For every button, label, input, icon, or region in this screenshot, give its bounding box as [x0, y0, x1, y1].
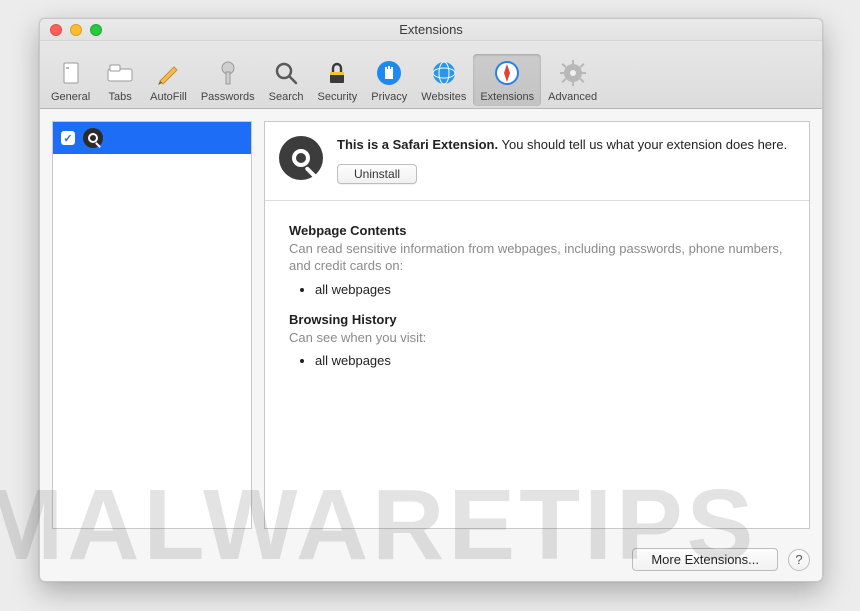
extensions-sidebar: ✓	[52, 121, 252, 529]
more-extensions-button[interactable]: More Extensions...	[632, 548, 778, 571]
tabs-icon	[104, 57, 136, 89]
tab-label: Tabs	[109, 91, 132, 103]
tab-label: Security	[317, 91, 357, 103]
browsing-history-list: all webpages	[289, 352, 785, 369]
description-rest: You should tell us what your extension d…	[498, 137, 787, 152]
webpage-contents-heading: Webpage Contents	[289, 223, 785, 238]
browsing-history-heading: Browsing History	[289, 312, 785, 327]
tab-label: Advanced	[548, 91, 597, 103]
magnifier-icon	[83, 128, 103, 148]
list-item: all webpages	[315, 281, 785, 298]
extension-large-icon	[279, 136, 323, 180]
uninstall-button[interactable]: Uninstall	[337, 164, 417, 184]
list-item: all webpages	[315, 352, 785, 369]
tab-autofill[interactable]: AutoFill	[143, 54, 194, 106]
gear-icon	[557, 57, 589, 89]
tab-passwords[interactable]: Passwords	[194, 54, 262, 106]
tab-advanced[interactable]: Advanced	[541, 54, 604, 106]
permissions-section: Webpage Contents Can read sensitive info…	[265, 201, 809, 406]
webpage-contents-list: all webpages	[289, 281, 785, 298]
tab-privacy[interactable]: Privacy	[364, 54, 414, 106]
key-icon	[212, 57, 244, 89]
hand-icon	[373, 57, 405, 89]
tab-label: AutoFill	[150, 91, 187, 103]
description-bold: This is a Safari Extension.	[337, 137, 498, 152]
tab-websites[interactable]: Websites	[414, 54, 473, 106]
bottom-bar: More Extensions... ?	[52, 548, 810, 571]
browsing-history-description: Can see when you visit:	[289, 329, 785, 347]
preferences-window: Extensions General Tabs AutoFill	[39, 18, 823, 582]
body: ✓ This is a Safari Extension. You should…	[40, 109, 822, 541]
tab-label: Extensions	[480, 91, 534, 103]
webpage-contents-description: Can read sensitive information from webp…	[289, 240, 785, 275]
tab-label: Passwords	[201, 91, 255, 103]
tab-general[interactable]: General	[44, 54, 97, 106]
tab-security[interactable]: Security	[310, 54, 364, 106]
tab-label: Privacy	[371, 91, 407, 103]
tab-label: General	[51, 91, 90, 103]
extension-description: This is a Safari Extension. You should t…	[337, 136, 795, 154]
autofill-pencil-icon	[152, 57, 184, 89]
general-icon	[55, 57, 87, 89]
sidebar-item-extension[interactable]: ✓	[53, 122, 251, 154]
lock-icon	[321, 57, 353, 89]
tab-tabs[interactable]: Tabs	[97, 54, 143, 106]
compass-icon	[491, 57, 523, 89]
tab-search[interactable]: Search	[262, 54, 311, 106]
tab-extensions[interactable]: Extensions	[473, 54, 541, 106]
detail-header: This is a Safari Extension. You should t…	[265, 122, 809, 201]
extension-enable-checkbox[interactable]: ✓	[61, 131, 75, 145]
search-icon	[270, 57, 302, 89]
tab-label: Websites	[421, 91, 466, 103]
toolbar: General Tabs AutoFill Passwords	[40, 41, 822, 109]
window-title: Extensions	[40, 22, 822, 37]
globe-icon	[428, 57, 460, 89]
tab-label: Search	[269, 91, 304, 103]
help-button[interactable]: ?	[788, 549, 810, 571]
titlebar: Extensions	[40, 19, 822, 41]
extension-detail-pane: This is a Safari Extension. You should t…	[264, 121, 810, 529]
